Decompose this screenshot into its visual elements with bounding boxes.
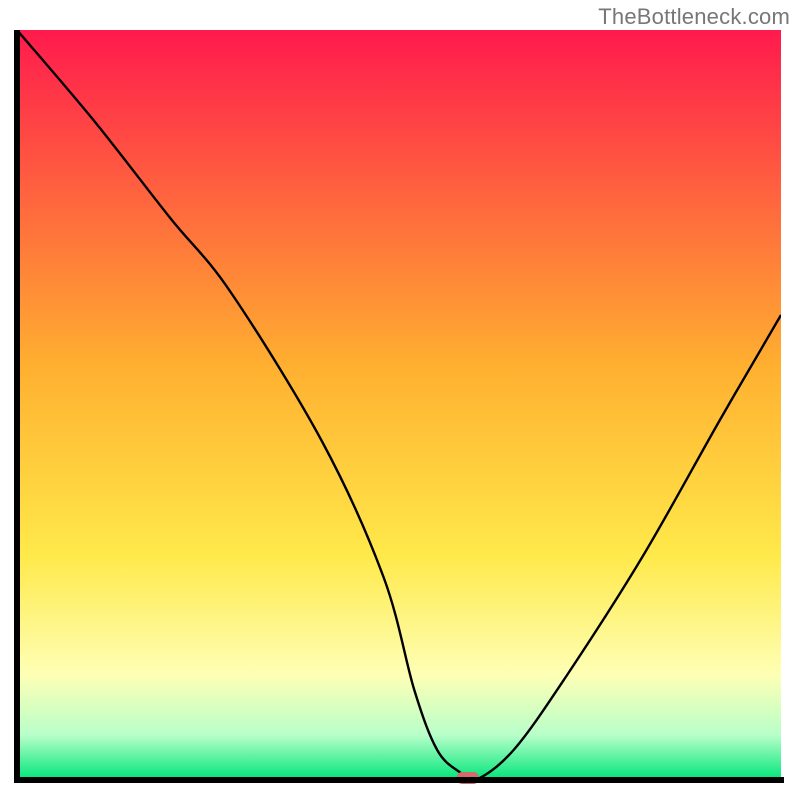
gradient-background: [17, 30, 781, 780]
bottleneck-chart: [14, 30, 784, 786]
chart-frame: TheBottleneck.com: [0, 0, 800, 800]
plot-area: [14, 30, 784, 786]
watermark-text: TheBottleneck.com: [598, 4, 790, 30]
